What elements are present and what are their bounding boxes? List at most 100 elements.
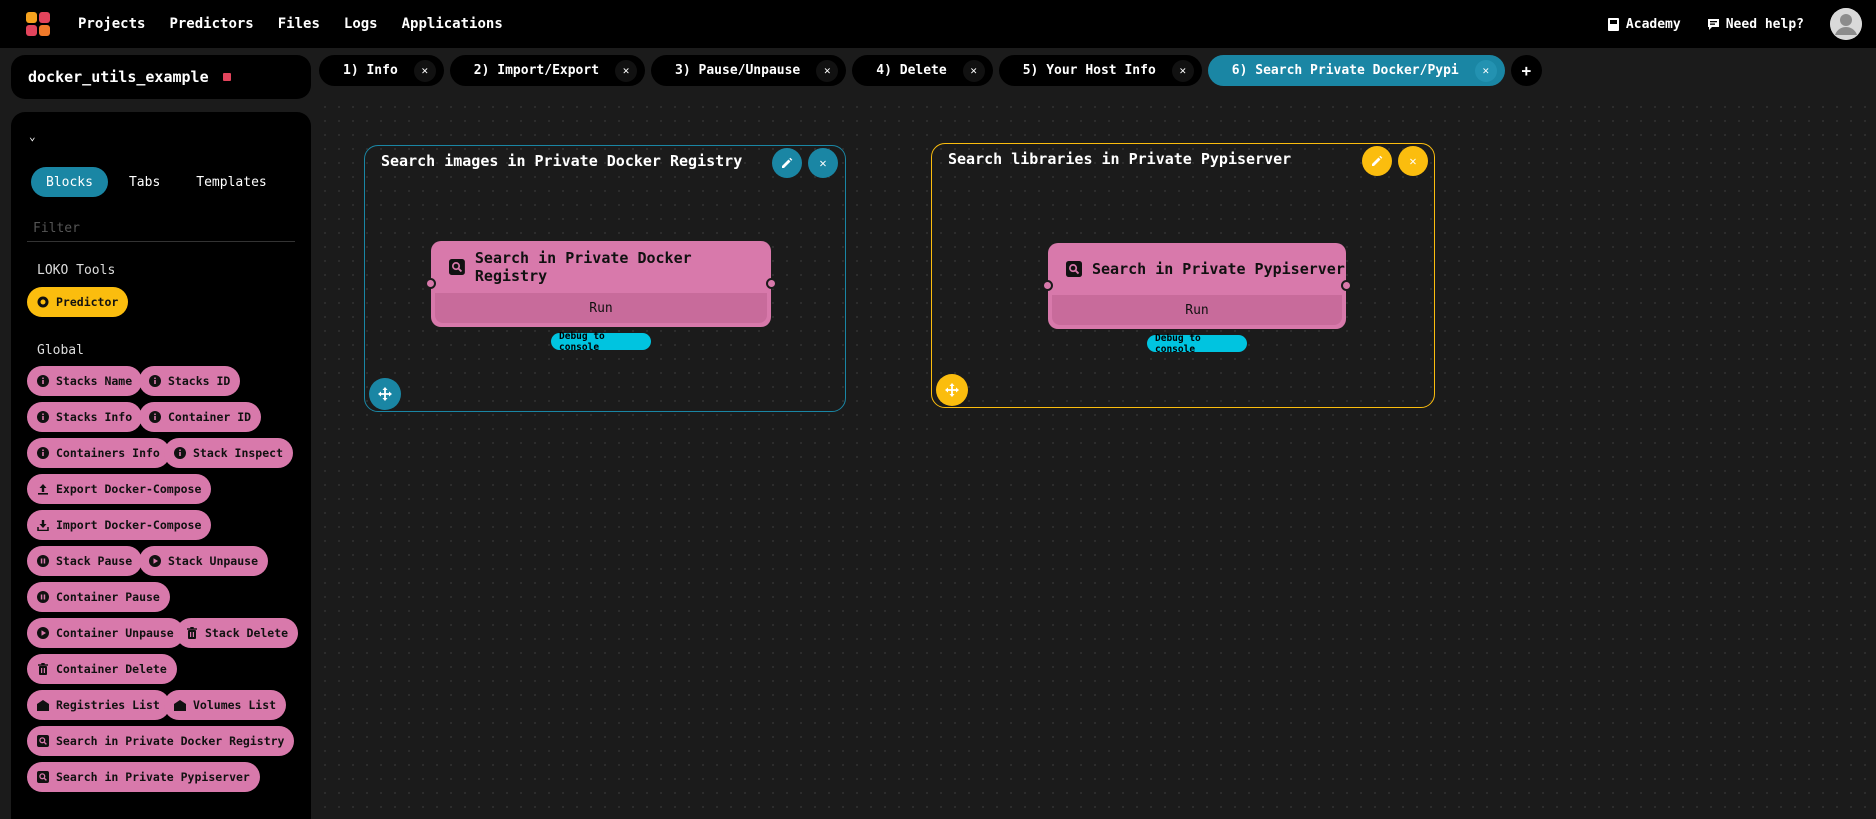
block-stacks-info[interactable]: Stacks Info: [27, 402, 143, 432]
block-volumes-list[interactable]: Volumes List: [164, 690, 287, 720]
trash-icon: [186, 627, 198, 639]
tab-label: 4) Delete: [876, 63, 947, 78]
search-icon: [449, 259, 465, 275]
node-header: Search in Private Docker Registry: [431, 241, 771, 293]
upload-icon: [37, 483, 49, 495]
node-search-pypiserver[interactable]: Search in Private Pypiserver Run: [1042, 243, 1352, 329]
close-icon[interactable]: ✕: [615, 59, 638, 82]
chip-label: Volumes List: [193, 698, 277, 712]
help-link[interactable]: Need help?: [1707, 17, 1804, 32]
loko-logo-icon[interactable]: [26, 12, 50, 36]
chip-label: Container Pause: [56, 590, 160, 604]
block-predictor[interactable]: Predictor: [27, 287, 129, 317]
block-stack-pause[interactable]: Stack Pause: [27, 546, 143, 576]
node-search-docker-registry[interactable]: Search in Private Docker Registry Run: [425, 241, 777, 327]
tab-label: 5) Your Host Info: [1022, 63, 1156, 78]
run-button[interactable]: Run: [435, 293, 767, 323]
tab-label: 3) Pause/Unpause: [675, 63, 801, 78]
block-stack-unpause[interactable]: Stack Unpause: [139, 546, 269, 576]
chip-label: Container Unpause: [56, 626, 174, 640]
segment-tabs[interactable]: Tabs: [114, 167, 175, 197]
close-icon[interactable]: ✕: [816, 59, 839, 82]
trash-icon: [37, 663, 49, 675]
user-avatar[interactable]: [1830, 8, 1862, 40]
chip-label: Container ID: [168, 410, 252, 424]
block-search-pypiserver[interactable]: Search in Private Pypiserver: [27, 762, 260, 792]
chip-label: Stack Delete: [205, 626, 289, 640]
group-docker-registry[interactable]: Search images in Private Docker Registry…: [364, 145, 846, 412]
tab-search-private[interactable]: 6) Search Private Docker/Pypi ✕: [1207, 55, 1505, 86]
block-stack-inspect[interactable]: Stack Inspect: [164, 438, 294, 468]
search-icon: [37, 771, 49, 783]
chip-label: Export Docker-Compose: [56, 482, 202, 496]
project-name: docker_utils_example: [28, 68, 209, 86]
nav-applications[interactable]: Applications: [402, 16, 503, 32]
nav-projects[interactable]: Projects: [78, 16, 145, 32]
block-stacks-id[interactable]: Stacks ID: [139, 366, 241, 396]
main-nav: Projects Predictors Files Logs Applicati…: [78, 0, 527, 48]
block-stack-delete[interactable]: Stack Delete: [176, 618, 299, 648]
chip-label: Search in Private Pypiserver: [56, 770, 250, 784]
output-port[interactable]: [1341, 280, 1352, 291]
pause-icon: [37, 591, 49, 603]
project-title-box[interactable]: docker_utils_example: [11, 55, 311, 99]
predictor-icon: [37, 296, 49, 308]
tab-delete[interactable]: 4) Delete ✕: [852, 55, 993, 86]
move-group-handle[interactable]: [369, 378, 401, 410]
block-import-docker-compose[interactable]: Import Docker-Compose: [27, 510, 212, 540]
segment-blocks[interactable]: Blocks: [31, 167, 108, 197]
close-icon[interactable]: ✕: [962, 59, 985, 82]
block-container-unpause[interactable]: Container Unpause: [27, 618, 184, 648]
chip-label: Containers Info: [56, 446, 160, 460]
close-icon[interactable]: ✕: [1474, 59, 1497, 82]
chip-label: Stack Inspect: [193, 446, 284, 460]
group-pypiserver[interactable]: Search libraries in Private Pypiserver ✕…: [931, 143, 1435, 408]
input-port[interactable]: [425, 278, 436, 289]
node-title: Search in Private Docker Registry: [474, 249, 692, 285]
tab-label: 6) Search Private Docker/Pypi: [1231, 63, 1459, 78]
nav-files[interactable]: Files: [278, 16, 320, 32]
block-export-docker-compose[interactable]: Export Docker-Compose: [27, 474, 212, 504]
block-container-pause[interactable]: Container Pause: [27, 582, 170, 612]
academy-link[interactable]: Academy: [1607, 17, 1681, 32]
block-stacks-name[interactable]: Stacks Name: [27, 366, 143, 396]
tab-pause-unpause[interactable]: 3) Pause/Unpause ✕: [651, 55, 847, 86]
move-icon: [945, 383, 959, 397]
tab-bar: 1) Info ✕ 2) Import/Export ✕ 3) Pause/Un…: [319, 55, 1542, 86]
delete-group-button[interactable]: ✕: [808, 148, 838, 178]
sidebar-segmented-control: Blocks Tabs Templates: [31, 167, 288, 197]
output-port[interactable]: [766, 278, 777, 289]
edit-group-button[interactable]: [1362, 146, 1392, 176]
top-navbar: Projects Predictors Files Logs Applicati…: [0, 0, 1876, 48]
block-containers-info[interactable]: Containers Info: [27, 438, 170, 468]
block-container-id[interactable]: Container ID: [139, 402, 262, 432]
debug-to-console-toggle[interactable]: Debug to console: [1147, 333, 1247, 355]
delete-group-button[interactable]: ✕: [1398, 146, 1428, 176]
edit-group-button[interactable]: [772, 148, 802, 178]
debug-to-console-toggle[interactable]: Debug to console: [551, 331, 651, 353]
pencil-icon: [782, 157, 793, 168]
flow-canvas[interactable]: Search images in Private Docker Registry…: [318, 100, 1876, 819]
nav-right: Academy Need help?: [1607, 0, 1862, 48]
chip-label: Stack Unpause: [168, 554, 259, 568]
filter-input[interactable]: [27, 216, 295, 242]
chevron-down-icon[interactable]: ⌄: [29, 130, 36, 143]
segment-templates[interactable]: Templates: [181, 167, 281, 197]
run-button[interactable]: Run: [1052, 295, 1342, 325]
block-container-delete[interactable]: Container Delete: [27, 654, 177, 684]
chip-label: Search in Private Docker Registry: [56, 734, 285, 748]
pause-icon: [37, 555, 49, 567]
tab-info[interactable]: 1) Info ✕: [319, 55, 444, 86]
book-icon: [1607, 17, 1619, 31]
add-tab-button[interactable]: +: [1510, 55, 1542, 86]
close-icon[interactable]: ✕: [413, 59, 436, 82]
block-search-docker-registry[interactable]: Search in Private Docker Registry: [27, 726, 295, 756]
tab-host-info[interactable]: 5) Your Host Info ✕: [998, 55, 1202, 86]
tab-import-export[interactable]: 2) Import/Export ✕: [449, 55, 646, 86]
nav-predictors[interactable]: Predictors: [169, 16, 253, 32]
nav-logs[interactable]: Logs: [344, 16, 378, 32]
block-registries-list[interactable]: Registries List: [27, 690, 170, 720]
close-icon[interactable]: ✕: [1171, 59, 1194, 82]
input-port[interactable]: [1042, 280, 1053, 291]
move-group-handle[interactable]: [936, 374, 968, 406]
